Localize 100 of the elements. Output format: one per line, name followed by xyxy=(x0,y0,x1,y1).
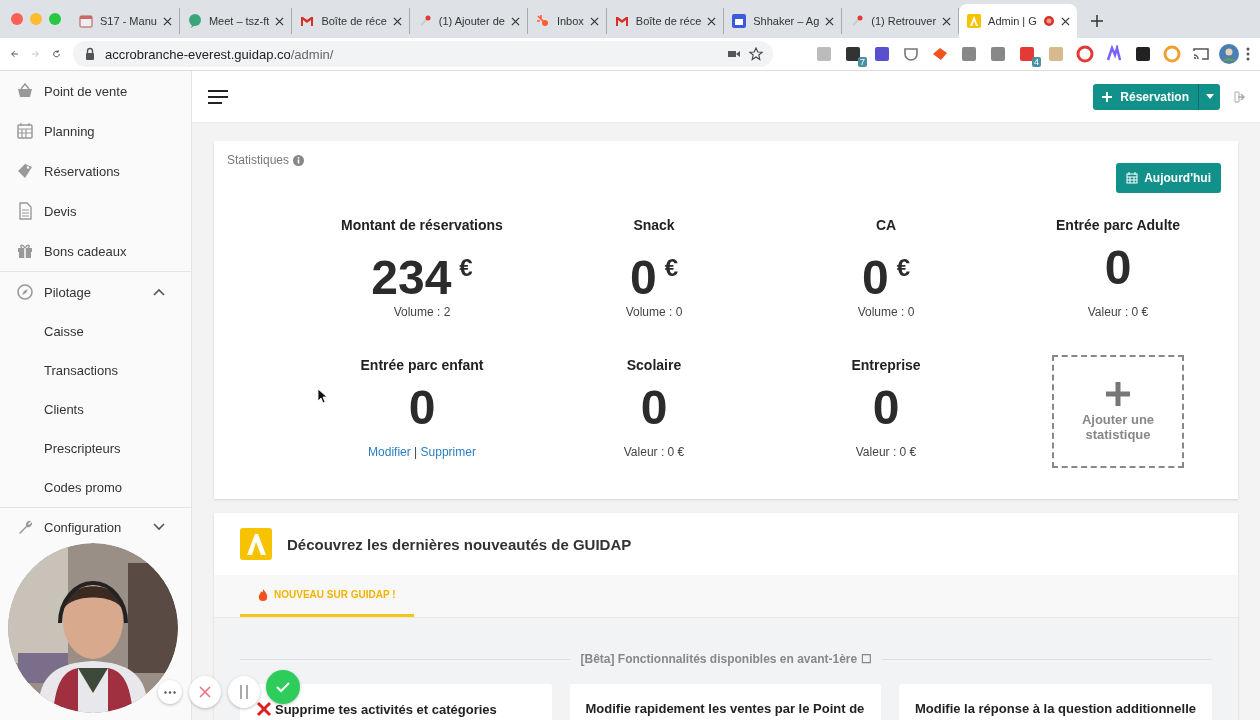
stat-caption: Valeur : 0 € xyxy=(1087,305,1149,319)
feature-title: Modifie la réponse à la question additionnelle xyxy=(915,701,1196,716)
card-title: Découvrez les dernières nouveautés de GUIDAP xyxy=(287,535,632,553)
sidebar-item[interactable]: Devis xyxy=(0,191,191,231)
browser-tab[interactable]: S17 - Manu xyxy=(71,8,180,34)
stat-title: Montant de réservations xyxy=(341,216,503,235)
section-title: [Bêta] Fonctionnalités disponibles en avant-1ère ☐ xyxy=(580,652,872,666)
plus-icon xyxy=(1106,381,1130,406)
more-icon xyxy=(164,690,176,694)
feature-title: Supprime tes activités et catégories xyxy=(275,701,497,717)
card-title: Statistiques xyxy=(227,153,290,167)
stat-caption: Valeur : 0 € xyxy=(623,445,685,459)
tab-icon xyxy=(534,13,551,29)
sidebar-item[interactable]: Réservations xyxy=(0,151,191,191)
profile-avatar[interactable] xyxy=(1219,44,1239,64)
sidebar-item[interactable]: Planning xyxy=(0,111,191,151)
extension-badge: 4 xyxy=(1032,57,1041,67)
pause-icon xyxy=(239,685,249,699)
new-tab-icon[interactable] xyxy=(1090,15,1103,27)
extension-icon[interactable] xyxy=(844,45,862,63)
stat-title: CA xyxy=(875,216,897,235)
stat-title: Entreprise xyxy=(851,356,921,375)
tab-icon xyxy=(731,13,748,29)
tab-icon xyxy=(78,13,94,29)
logout-icon[interactable] xyxy=(1234,90,1246,103)
sidebar-item[interactable]: Point de vente xyxy=(0,71,191,111)
cursor-icon xyxy=(317,388,327,404)
stat-value: 0 xyxy=(640,380,668,436)
close-icon[interactable] xyxy=(707,16,717,26)
stat-value: 0 xyxy=(872,380,900,436)
close-icon[interactable] xyxy=(1060,16,1070,26)
stat-value: 0 xyxy=(408,380,436,436)
browser-tab[interactable]: Meet – tsz-ft xyxy=(179,8,293,34)
gift-icon xyxy=(16,242,34,260)
caret-icon xyxy=(1205,94,1214,99)
sidebar-item[interactable]: Transactions xyxy=(0,351,191,390)
address-bar[interactable]: accrobranche-everest.guidap.co/admin/ xyxy=(73,41,773,67)
plus-icon xyxy=(1102,91,1113,102)
browser-tab[interactable]: Admin | G xyxy=(959,4,1077,38)
add-statistic-button[interactable]: Ajouter une statistique xyxy=(1052,355,1184,468)
star-icon[interactable] xyxy=(749,47,763,61)
delete-link[interactable]: Supprimer xyxy=(420,445,476,459)
today-button[interactable]: Aujourd'hui xyxy=(1116,163,1221,193)
stat-caption: Valeur : 0 € xyxy=(855,445,917,459)
sidebar-item[interactable]: Codes promo xyxy=(0,468,191,507)
link-separator: | xyxy=(414,445,418,459)
edit-link[interactable]: Modifier xyxy=(368,445,411,459)
stat-value: 0 xyxy=(1104,240,1132,296)
logo-icon xyxy=(240,528,272,560)
stat-caption: Volume : 2 xyxy=(393,305,451,319)
extension-icon[interactable] xyxy=(1134,45,1152,63)
feature-title: Modifie rapidement les ventes par le Point de xyxy=(585,701,865,716)
browser-tab[interactable]: Boîte de réce xyxy=(606,8,725,34)
stat-title: Entrée parc enfant xyxy=(360,356,484,375)
extension-icon[interactable] xyxy=(873,45,891,63)
menu-icon[interactable] xyxy=(208,89,228,104)
close-icon[interactable] xyxy=(825,16,835,26)
feature-card[interactable]: Modifie rapidement les ventes par le Point de xyxy=(569,684,881,720)
sidebar-item[interactable]: Pilotage xyxy=(0,272,191,312)
url-text: accrobranche-everest.guidap.co/admin/ xyxy=(105,46,334,62)
close-icon[interactable] xyxy=(510,16,520,26)
sidebar-item[interactable]: Clients xyxy=(0,390,191,429)
tab-icon xyxy=(186,13,203,29)
close-icon[interactable] xyxy=(275,16,285,26)
check-icon xyxy=(276,681,290,693)
feature-card[interactable]: Supprime tes activités et catégories xyxy=(240,684,552,720)
browser-tab[interactable]: Shhaker – Ag xyxy=(724,8,843,34)
sidebar-item[interactable]: Caisse xyxy=(0,312,191,351)
sidebar-item[interactable]: Prescripteurs xyxy=(0,429,191,468)
calendar-icon xyxy=(1126,172,1139,184)
extension-badge: 7 xyxy=(858,57,867,67)
close-icon[interactable] xyxy=(162,16,172,26)
stat-value: 0 $^{€}$ xyxy=(861,250,911,297)
basket-icon xyxy=(16,82,34,100)
stat-title: Entrée parc Adulte xyxy=(1056,216,1180,235)
browser-tab[interactable]: Boîte de réce xyxy=(292,8,410,34)
close-icon[interactable] xyxy=(589,16,599,26)
close-icon[interactable] xyxy=(392,16,402,26)
menu-icon[interactable] xyxy=(1246,46,1250,62)
document-icon xyxy=(16,202,34,220)
close-icon[interactable] xyxy=(942,16,952,26)
compass-icon xyxy=(16,283,34,301)
feature-card[interactable]: Modifie la réponse à la question additionnelle xyxy=(899,684,1212,720)
sidebar-item[interactable]: Configuration xyxy=(0,514,191,540)
cross-icon xyxy=(256,701,272,717)
fire-icon xyxy=(258,588,268,601)
lock-icon xyxy=(83,47,97,61)
cast-icon[interactable] xyxy=(1192,45,1210,63)
browser-tab[interactable]: (1) Ajouter de xyxy=(409,8,528,34)
sidebar-item[interactable]: Bons cadeaux xyxy=(0,231,191,271)
close-window-icon[interactable] xyxy=(11,13,23,25)
close-icon xyxy=(199,686,211,698)
ticket-icon xyxy=(16,162,34,180)
stat-caption: Volume : 0 xyxy=(625,305,683,319)
browser-tab[interactable]: Inbox xyxy=(527,8,607,34)
info-icon[interactable] xyxy=(293,154,305,166)
stat-value: 0 $^{€}$ xyxy=(629,250,679,297)
stat-title: Snack xyxy=(633,216,675,235)
stat-value: 234 $^{€}$ xyxy=(371,250,473,297)
tab-icon xyxy=(966,13,983,29)
